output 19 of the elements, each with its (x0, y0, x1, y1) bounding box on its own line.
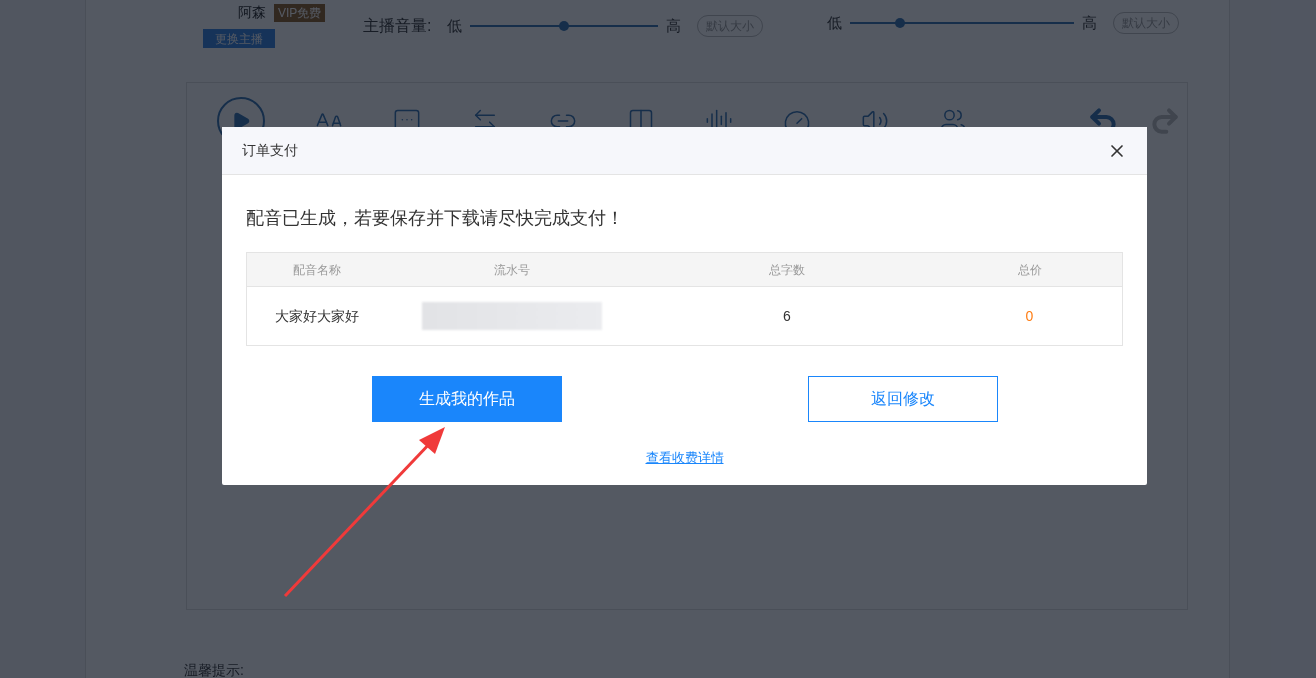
payment-message: 配音已生成，若要保存并下载请尽快完成支付！ (246, 207, 625, 230)
high-label: 高 (666, 15, 682, 36)
table-cell-text: 6 (783, 306, 791, 326)
generate-button[interactable]: 生成我的作品 (371, 376, 562, 422)
fee-details-link[interactable]: 查看收费详情 (645, 448, 724, 468)
column-header: 流水号 (494, 261, 530, 279)
low-label: 低 (447, 15, 463, 36)
column-header: 配音名称 (293, 261, 341, 279)
volume-label: 主播音量: (363, 16, 432, 36)
low-label: 低 (827, 13, 843, 33)
price-cell-text: 0 (1025, 306, 1034, 326)
host-name: 阿森 (238, 3, 266, 22)
dialog-title: 订单支付 (242, 141, 298, 160)
back-button[interactable]: 返回修改 (807, 376, 998, 422)
column-header: 总字数 (769, 261, 805, 279)
column-header: 总价 (1017, 261, 1042, 279)
tip-label: 温馨提示: (184, 661, 244, 678)
high-label: 高 (1082, 13, 1098, 33)
table-cell-text: 大家好大家好 (275, 306, 359, 326)
